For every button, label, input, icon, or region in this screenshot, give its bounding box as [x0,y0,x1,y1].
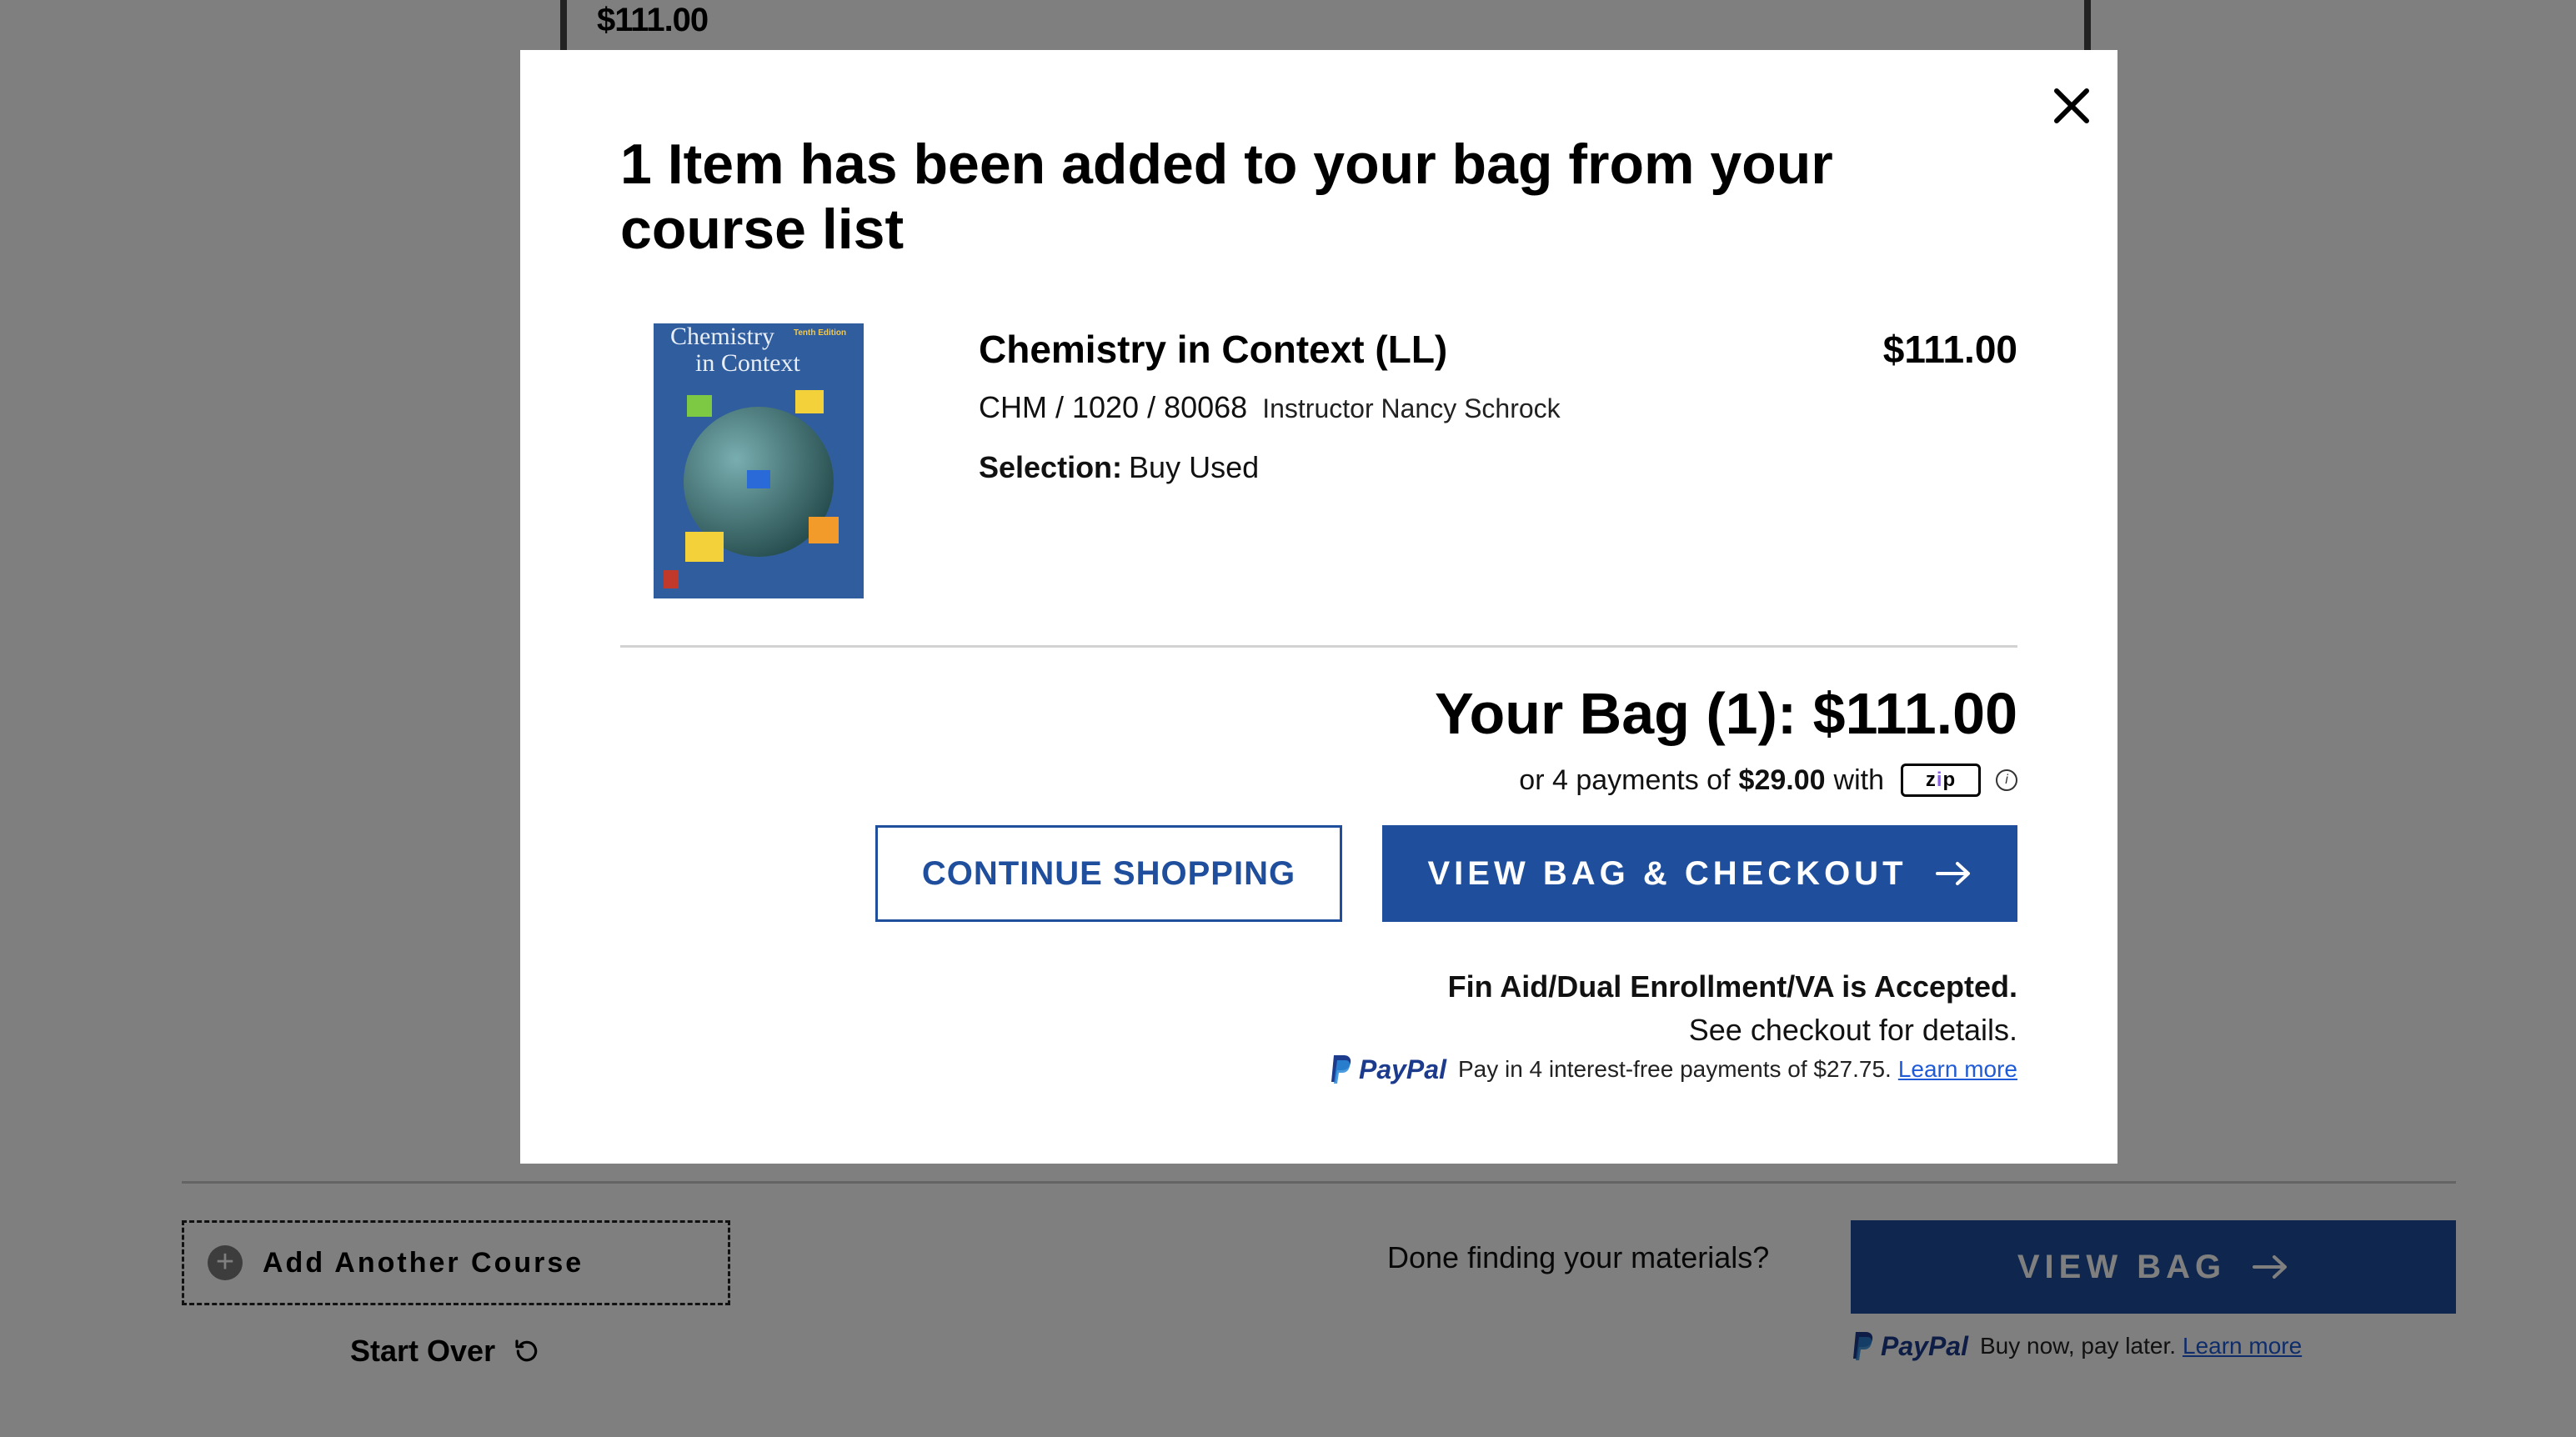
cover-title: Chemistry in Context [670,323,800,377]
installment-offer: or 4 payments of $29.00 with zip i [1519,764,2017,797]
product-price: $111.00 [1882,328,2017,371]
installment-prefix: or 4 payments of [1519,764,1731,796]
continue-shopping-button[interactable]: CONTINUE SHOPPING [875,825,1342,922]
paypal-learn-more-link[interactable]: Learn more [1898,1056,2017,1083]
added-to-bag-modal: 1 Item has been added to your bag from y… [520,50,2117,1164]
info-icon[interactable]: i [1996,769,2017,791]
selection-label: Selection: [979,450,1123,484]
zip-logo-icon: zip [1901,764,1981,797]
installment-suffix: with [1833,764,1884,796]
view-bag-checkout-button[interactable]: VIEW BAG & CHECKOUT [1382,825,2017,922]
course-info: CHM / 1020 / 80068 Instructor Nancy Schr… [979,390,1561,425]
fin-aid-notice: Fin Aid/Dual Enrollment/VA is Accepted. … [1448,965,2017,1052]
close-modal-button[interactable] [2044,78,2099,133]
product-cover-image: Chemistry in Context Tenth Edition [654,323,864,598]
installment-amount: $29.00 [1738,764,1826,796]
selection-info: Selection: Buy Used [979,450,1259,485]
modal-title: 1 Item has been added to your bag from y… [620,133,1833,261]
product-title: Chemistry in Context (LL) [979,328,1448,371]
paypal-logo-icon: PayPal [1329,1054,1446,1085]
paypal-pay-in-4-row: PayPal Pay in 4 interest-free payments o… [1329,1054,2017,1085]
modal-divider [620,645,2017,648]
view-bag-checkout-label: VIEW BAG & CHECKOUT [1427,854,1907,892]
paypal-wordmark: PayPal [1358,1054,1446,1084]
close-icon [2054,88,2089,123]
fin-aid-accepted: Fin Aid/Dual Enrollment/VA is Accepted. [1447,969,2017,1004]
paypal-pay-in-4-text: Pay in 4 interest-free payments of $27.7… [1457,1056,1892,1082]
fin-aid-detail: See checkout for details. [1688,1013,2017,1047]
selection-value: Buy Used [1129,450,1260,484]
cover-edition: Tenth Edition [794,328,847,338]
course-code: CHM / 1020 / 80068 [979,390,1248,424]
arrow-right-icon [1935,862,1970,885]
bag-total: Your Bag (1): $111.00 [1434,681,2017,746]
instructor-name: Instructor Nancy Schrock [1262,393,1561,423]
